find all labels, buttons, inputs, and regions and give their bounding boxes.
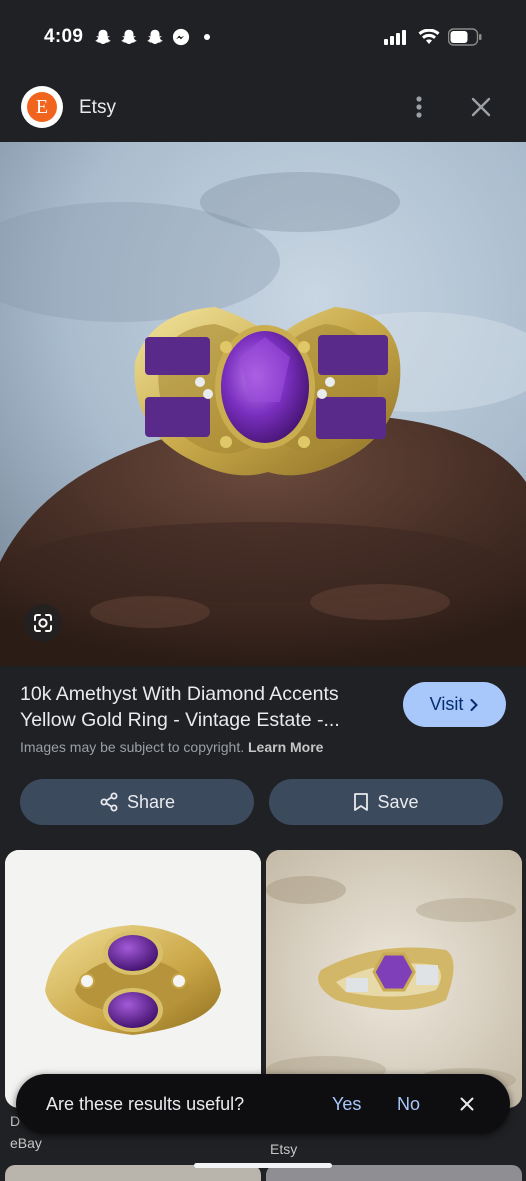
messenger-icon xyxy=(172,28,190,46)
related-result-source: eBay xyxy=(10,1135,42,1151)
dot-icon xyxy=(198,28,216,46)
feedback-banner: Are these results useful? Yes No xyxy=(16,1074,510,1134)
copyright-notice: Images may be subject to copyright. Lear… xyxy=(20,739,323,755)
close-icon xyxy=(460,1097,474,1111)
related-result-card[interactable] xyxy=(266,850,522,1108)
visit-label: Visit xyxy=(429,694,464,714)
result-title[interactable]: 10k Amethyst With Diamond Accents Yellow… xyxy=(20,681,390,733)
feedback-no-button[interactable]: No xyxy=(397,1094,420,1115)
lens-icon xyxy=(34,614,52,632)
more-options-button[interactable] xyxy=(404,90,434,124)
share-icon xyxy=(100,792,118,812)
close-button[interactable] xyxy=(464,90,498,124)
bookmark-icon xyxy=(354,793,369,811)
more-vert-icon xyxy=(416,96,422,118)
snapchat-icon xyxy=(146,28,164,46)
snapchat-icon xyxy=(94,28,112,46)
system-icons xyxy=(384,28,482,51)
home-indicator[interactable] xyxy=(194,1163,332,1168)
share-label: Share xyxy=(126,791,176,812)
related-result-card[interactable] xyxy=(5,850,261,1108)
battery-icon xyxy=(447,28,482,51)
amethyst-ring-photo xyxy=(0,142,526,666)
share-button[interactable]: Share xyxy=(20,779,254,825)
etsy-logo[interactable]: E xyxy=(21,86,63,128)
related-result-source: Etsy xyxy=(270,1141,298,1157)
copyright-text: Images may be subject to copyright. xyxy=(20,739,245,755)
save-button[interactable]: Save xyxy=(269,779,503,825)
feedback-yes-button[interactable]: Yes xyxy=(332,1094,361,1115)
feedback-close-button[interactable] xyxy=(456,1093,478,1115)
etsy-logo-letter: E xyxy=(27,92,57,122)
close-icon xyxy=(471,97,491,117)
related-ring-image xyxy=(5,850,261,1108)
result-title-line-2: Yellow Gold Ring - Vintage Estate -... xyxy=(20,709,340,731)
main-product-image[interactable] xyxy=(0,142,526,666)
snapchat-icon xyxy=(120,28,138,46)
related-ring-image xyxy=(266,850,522,1108)
result-title-line-1: 10k Amethyst With Diamond Accents xyxy=(20,683,339,705)
wifi-icon xyxy=(418,28,440,50)
feedback-question: Are these results useful? xyxy=(46,1094,245,1114)
status-time: 4:09 xyxy=(44,26,84,47)
signal-icon xyxy=(384,29,410,50)
source-title[interactable]: Etsy xyxy=(79,97,116,119)
visit-button[interactable]: Visit xyxy=(403,682,506,727)
chevron-right-icon xyxy=(470,698,479,711)
status-bar: 4:09 xyxy=(0,0,526,70)
learn-more-link[interactable]: Learn More xyxy=(248,739,323,755)
notification-icons xyxy=(94,28,216,46)
google-lens-button[interactable] xyxy=(24,604,62,642)
save-label: Save xyxy=(377,791,419,812)
